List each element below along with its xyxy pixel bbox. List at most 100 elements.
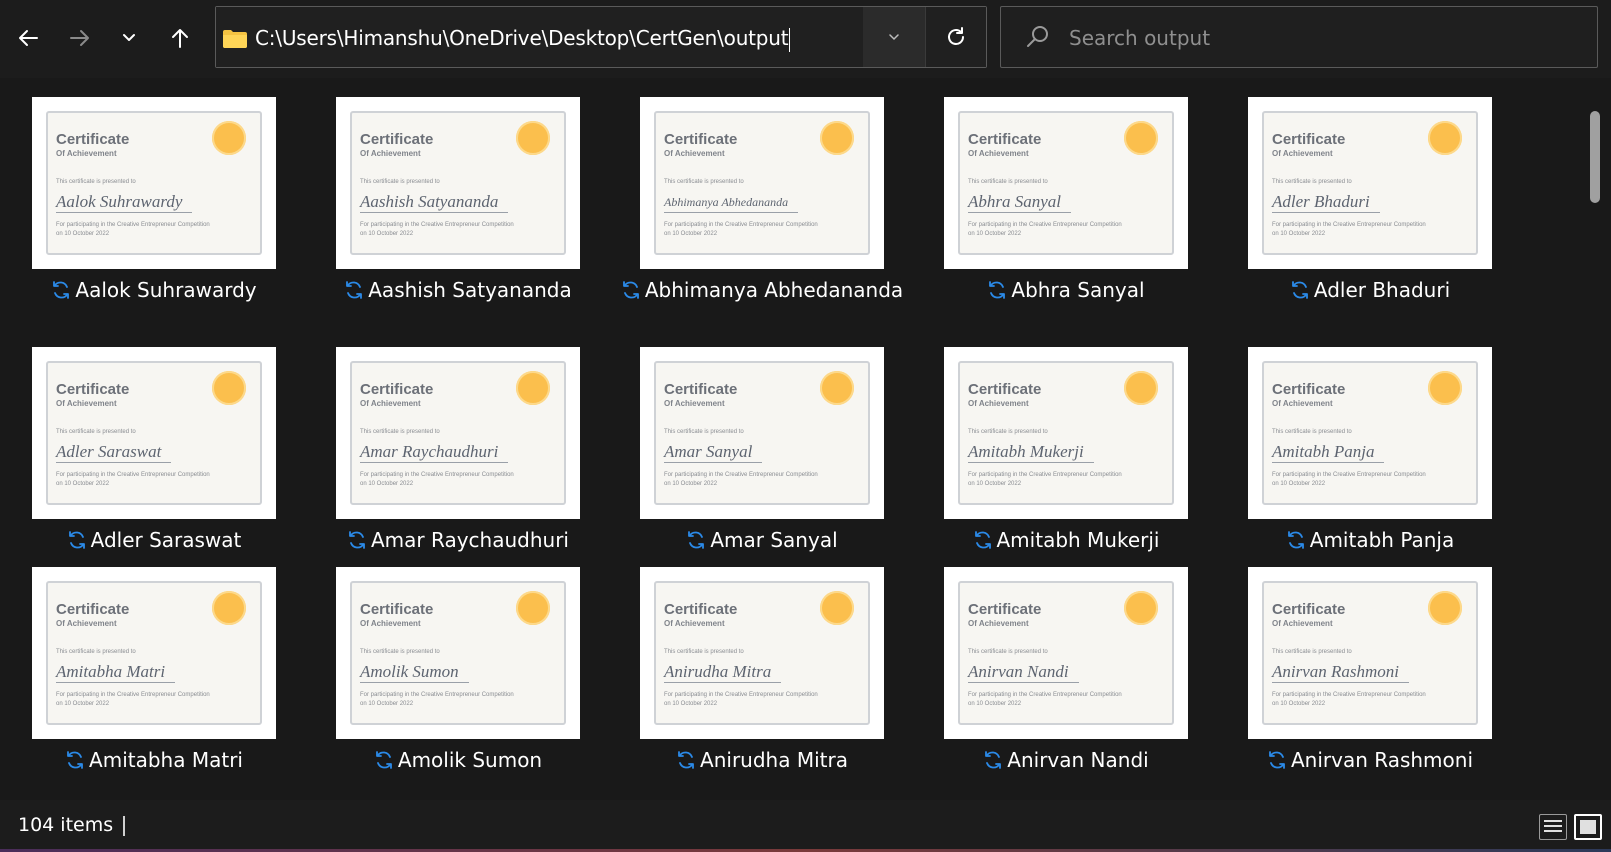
file-label[interactable]: Adler Saraswat [10, 525, 298, 555]
file-tile[interactable]: Certificate Of Achievement This certificat… [608, 567, 908, 800]
certificate-recipient-name: Aashish Satyananda [360, 192, 509, 213]
address-dropdown-button[interactable] [863, 7, 925, 67]
seal-icon [212, 121, 246, 155]
file-label[interactable]: Aashish Satyananda [314, 275, 602, 305]
file-label[interactable]: Adler Bhaduri [1226, 275, 1514, 305]
file-tile[interactable]: Certificate Of Achievement This certificat… [912, 567, 1212, 800]
back-button[interactable] [8, 18, 48, 58]
certificate-description: For participating in the Creative Entrep… [968, 221, 1168, 239]
scrollbar-thumb[interactable] [1590, 111, 1600, 203]
file-tile[interactable]: Certificate Of Achievement This certificat… [912, 97, 1212, 347]
sync-pending-icon [68, 531, 85, 549]
file-thumbnail[interactable]: Certificate Of Achievement This certificat… [640, 567, 884, 739]
file-tile[interactable]: Certificate Of Achievement This certificat… [608, 347, 908, 597]
search-box[interactable] [1000, 6, 1598, 68]
file-tile[interactable]: Certificate Of Achievement This certificat… [1216, 347, 1516, 597]
file-thumbnail[interactable]: Certificate Of Achievement This certificat… [32, 567, 276, 739]
file-thumbnail[interactable]: Certificate Of Achievement This certificat… [640, 347, 884, 519]
certificate-subtitle: Of Achievement [968, 149, 1029, 158]
certificate-description: For participating in the Creative Entrep… [968, 691, 1168, 709]
certificate-recipient-name: Amitabh Mukerji [968, 442, 1094, 463]
file-label[interactable]: Amitabha Matri [10, 745, 298, 775]
address-field[interactable]: C:\Users\Himanshu\OneDrive\Desktop\CertG… [216, 7, 863, 67]
file-tile[interactable]: Certificate Of Achievement This certificat… [304, 567, 604, 800]
file-label[interactable]: Aalok Suhrawardy [10, 275, 298, 305]
forward-button[interactable] [60, 18, 100, 58]
certificate-desc-line2: on 10 October 2022 [360, 231, 414, 237]
file-thumbnail[interactable]: Certificate Of Achievement This certificat… [944, 567, 1188, 739]
sync-pending-icon [1287, 531, 1304, 549]
certificate-description: For participating in the Creative Entrep… [360, 471, 560, 489]
details-view-button[interactable] [1539, 814, 1567, 840]
certificate-title: Certificate [1272, 131, 1346, 148]
file-label[interactable]: Anirudha Mitra [618, 745, 906, 775]
file-thumbnail[interactable]: Certificate Of Achievement This certificat… [1248, 567, 1492, 739]
file-tile[interactable]: Certificate Of Achievement This certificat… [608, 97, 908, 347]
file-name: Amar Sanyal [710, 528, 838, 552]
certificate-recipient-name: Adler Bhaduri [1272, 192, 1380, 213]
file-tile[interactable]: Certificate Of Achievement This certificat… [0, 567, 300, 800]
file-label[interactable]: Abhra Sanyal [922, 275, 1210, 305]
file-thumbnail[interactable]: Certificate Of Achievement This certificat… [1248, 347, 1492, 519]
large-icons-view-button[interactable] [1574, 814, 1602, 840]
file-tile[interactable]: Certificate Of Achievement This certificat… [0, 97, 300, 347]
file-thumbnail[interactable]: Certificate Of Achievement This certificat… [336, 347, 580, 519]
file-tile[interactable]: Certificate Of Achievement This certificat… [912, 347, 1212, 597]
sync-pending-icon [67, 751, 83, 769]
certificate-preview: Certificate Of Achievement This certificat… [46, 111, 262, 255]
file-label[interactable]: Amar Sanyal [618, 525, 906, 555]
forward-arrow-icon [70, 30, 89, 46]
certificate-preview: Certificate Of Achievement This certificat… [46, 361, 262, 505]
file-thumbnail[interactable]: Certificate Of Achievement This certificat… [944, 97, 1188, 269]
file-thumbnail[interactable]: Certificate Of Achievement This certificat… [32, 97, 276, 269]
certificate-preview: Certificate Of Achievement This certificat… [654, 111, 870, 255]
certificate-subtitle: Of Achievement [360, 399, 421, 408]
file-thumbnail[interactable]: Certificate Of Achievement This certificat… [336, 97, 580, 269]
file-thumbnail[interactable]: Certificate Of Achievement This certificat… [336, 567, 580, 739]
certificate-desc-line1: For participating in the Creative Entrep… [1272, 222, 1426, 228]
certificate-presented-text: This certificate is presented to [664, 179, 744, 185]
navigation-bar: C:\Users\Himanshu\OneDrive\Desktop\CertG… [0, 0, 1611, 78]
file-thumbnail[interactable]: Certificate Of Achievement This certificat… [32, 347, 276, 519]
file-tile[interactable]: Certificate Of Achievement This certificat… [0, 347, 300, 597]
file-thumbnail[interactable]: Certificate Of Achievement This certificat… [944, 347, 1188, 519]
certificate-preview: Certificate Of Achievement This certificat… [958, 361, 1174, 505]
address-bar[interactable]: C:\Users\Himanshu\OneDrive\Desktop\CertG… [215, 6, 987, 68]
refresh-button[interactable] [925, 7, 986, 67]
certificate-description: For participating in the Creative Entrep… [56, 471, 256, 489]
seal-icon [212, 371, 246, 405]
file-tile[interactable]: Certificate Of Achievement This certificat… [1216, 567, 1516, 800]
search-input[interactable] [1067, 21, 1571, 55]
certificate-description: For participating in the Creative Entrep… [664, 471, 864, 489]
file-thumbnail[interactable]: Certificate Of Achievement This certificat… [640, 97, 884, 269]
certificate-presented-text: This certificate is presented to [1272, 179, 1352, 185]
file-label[interactable]: Amitabh Panja [1226, 525, 1514, 555]
certificate-presented-text: This certificate is presented to [360, 179, 440, 185]
file-label[interactable]: Anirvan Rashmoni [1226, 745, 1514, 775]
certificate-desc-line1: For participating in the Creative Entrep… [664, 222, 818, 228]
file-label[interactable]: Amar Raychaudhuri [314, 525, 602, 555]
search-icon [1027, 26, 1048, 47]
recent-locations-button[interactable] [109, 18, 149, 58]
file-label[interactable]: Anirvan Nandi [922, 745, 1210, 775]
file-name: Amitabh Mukerji [996, 528, 1160, 552]
up-button[interactable] [160, 18, 200, 58]
file-tile[interactable]: Certificate Of Achievement This certificat… [1216, 97, 1516, 347]
file-label[interactable]: Amitabh Mukerji [922, 525, 1210, 555]
file-tile[interactable]: Certificate Of Achievement This certificat… [304, 97, 604, 347]
file-thumbnail[interactable]: Certificate Of Achievement This certificat… [1248, 97, 1492, 269]
file-label[interactable]: Abhimanya Abhedananda [618, 275, 906, 305]
sync-pending-icon [53, 281, 70, 299]
up-arrow-icon [172, 29, 188, 48]
sync-pending-icon [1291, 281, 1308, 299]
file-label[interactable]: Amolik Sumon [314, 745, 602, 775]
folder-icon [223, 30, 247, 48]
file-tile[interactable]: Certificate Of Achievement This certificat… [304, 347, 604, 597]
address-path-text[interactable]: C:\Users\Himanshu\OneDrive\Desktop\CertG… [255, 22, 791, 54]
certificate-desc-line2: on 10 October 2022 [1272, 481, 1326, 487]
vertical-scrollbar[interactable] [1588, 78, 1604, 800]
certificate-title: Certificate [56, 601, 130, 618]
certificate-desc-line1: For participating in the Creative Entrep… [664, 692, 818, 698]
certificate-title: Certificate [968, 601, 1042, 618]
certificate-desc-line1: For participating in the Creative Entrep… [1272, 472, 1426, 478]
